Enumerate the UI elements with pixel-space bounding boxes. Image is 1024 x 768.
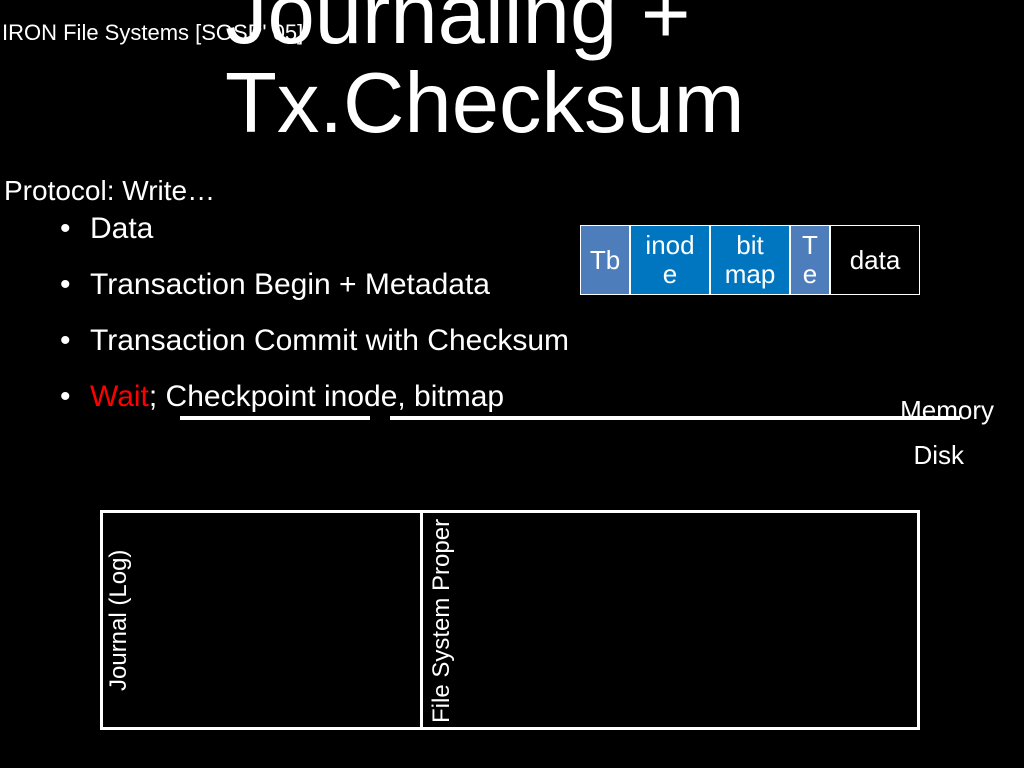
metadata-blocks: Tb inod e bit map T e data — [580, 225, 920, 295]
bullet-text: Transaction Begin + Metadata — [90, 268, 490, 301]
filesystem-proper-label: File System Proper — [428, 511, 456, 731]
title-line-1: Journaling + — [225, 0, 690, 62]
bullet-text: Data — [90, 212, 153, 245]
bullet-txcommit: •Transaction Commit with Checksum — [60, 324, 569, 358]
bullet-wait-text: Wait — [90, 380, 149, 413]
slide-title: Journaling + Tx.Checksum — [225, 0, 745, 149]
bullet-list: •Data •Transaction Begin + Metadata •Tra… — [60, 212, 569, 436]
disk-label: Disk — [913, 440, 964, 471]
journal-box — [100, 510, 420, 730]
bullet-wait: •Wait; Checkpoint inode, bitmap — [60, 380, 569, 414]
disk-diagram — [100, 510, 920, 730]
bullet-txbegin: •Transaction Begin + Metadata — [60, 268, 569, 302]
title-line-2: Tx.Checksum — [225, 56, 745, 151]
block-bitmap: bit map — [710, 225, 790, 295]
filesystem-proper-box — [420, 510, 920, 730]
bullet-text: Transaction Commit with Checksum — [90, 324, 569, 357]
block-data: data — [830, 225, 920, 295]
memory-label: Memory — [900, 395, 994, 426]
protocol-label: Protocol: Write… — [4, 175, 215, 207]
memory-disk-divider — [180, 416, 960, 420]
block-inode: inod e — [630, 225, 710, 295]
block-tb: Tb — [580, 225, 630, 295]
bullet-checkpoint-text: ; Checkpoint inode, bitmap — [149, 380, 504, 413]
divider-gap — [370, 414, 390, 422]
block-te: T e — [790, 225, 830, 295]
journal-label: Journal (Log) — [105, 543, 133, 698]
bullet-data: •Data — [60, 212, 569, 246]
